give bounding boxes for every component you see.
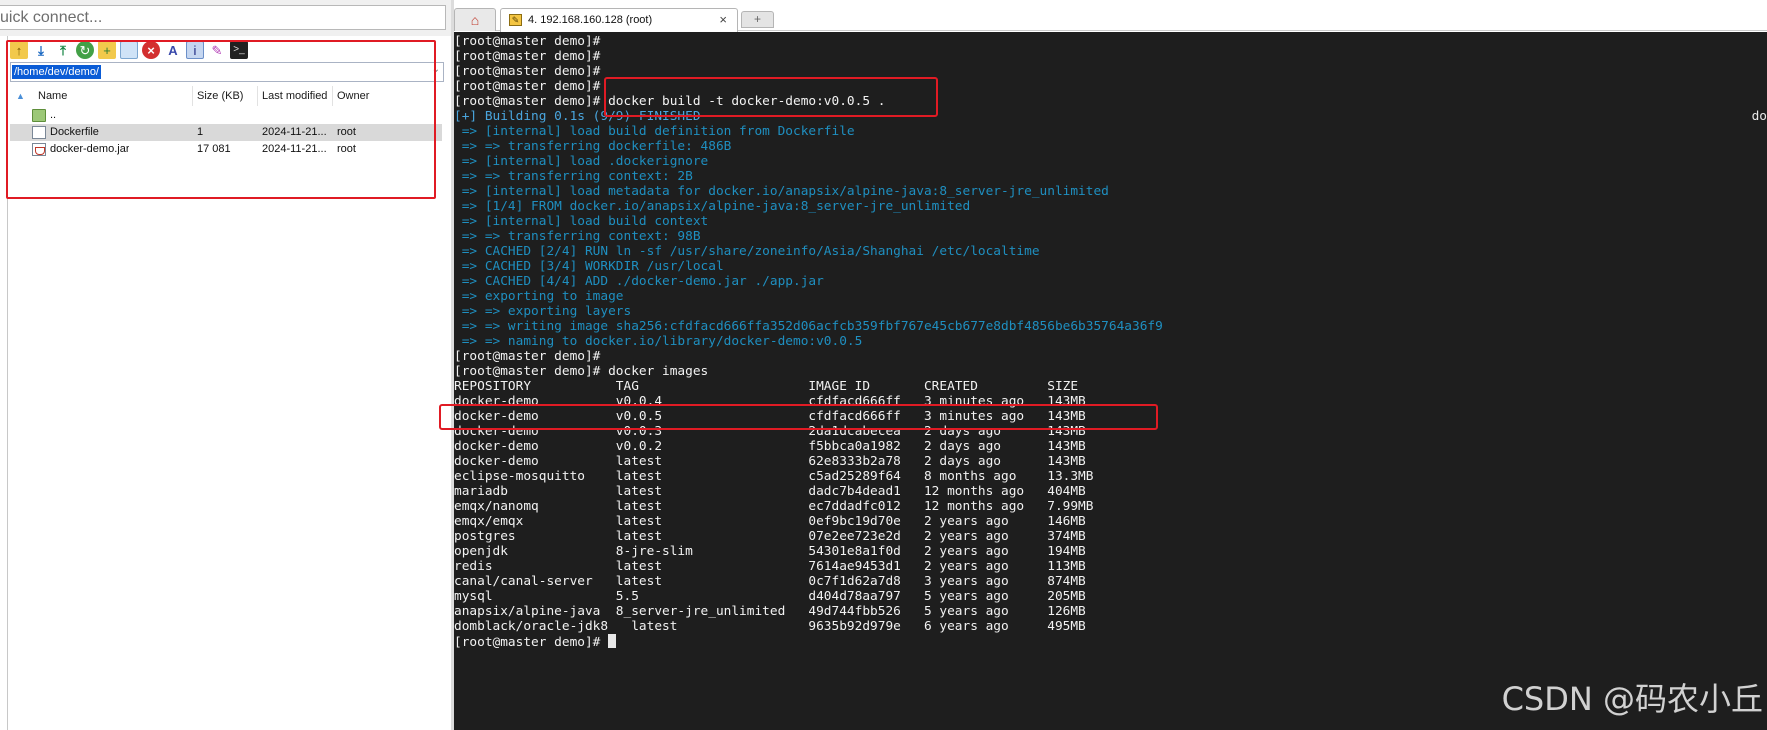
terminal-line: => CACHED [3/4] WORKDIR /usr/local [454, 259, 724, 274]
terminal-line: => exporting to image [454, 289, 624, 304]
home-icon: ⌂ [470, 12, 480, 28]
terminal-line: => => transferring context: 98B [454, 229, 701, 244]
terminal-line: openjdk 8-jre-slim 54301e8a1f0d 2 years … [454, 544, 1086, 559]
highlight-box-image-row [439, 404, 1158, 430]
terminal-line: emqx/nanomq latest ec7ddadfc012 12 month… [454, 499, 1094, 514]
terminal-prompt-line[interactable]: [root@master demo]# [454, 634, 1163, 650]
terminal-line: [root@master demo]# [454, 34, 601, 49]
terminal-line: [root@master demo]# docker images [454, 364, 709, 379]
terminal-line: => [internal] load .dockerignore [454, 154, 709, 169]
terminal-line: docker-demo latest 62e8333b2a78 2 days a… [454, 454, 1086, 469]
terminal-line: => => exporting layers [454, 304, 632, 319]
terminal-line: anapsix/alpine-java 8_server-jre_unlimit… [454, 604, 1086, 619]
watermark: CSDN @码农小丘 [1501, 680, 1763, 718]
terminal-line: postgres latest 07e2ee723e2d 2 years ago… [454, 529, 1086, 544]
terminal-cursor [608, 634, 617, 648]
terminal-line: => => transferring dockerfile: 486B [454, 139, 732, 154]
terminal-line: docker-demo v0.0.2 f5bbca0a1982 2 days a… [454, 439, 1086, 454]
terminal-line: => [internal] load build context [454, 214, 709, 229]
close-tab-icon[interactable]: × [719, 12, 727, 27]
session-tab-title: 4. 192.168.160.128 (root) [528, 14, 653, 26]
ssh-key-icon: ✎ [509, 14, 522, 26]
session-tab[interactable]: ✎ 4. 192.168.160.128 (root) × [500, 8, 738, 32]
terminal-line: domblack/oracle-jdk8 latest 9635b92d979e… [454, 619, 1086, 634]
terminal-line: => => naming to docker.io/library/docker… [454, 334, 863, 349]
terminal-line: => [internal] load metadata for docker.i… [454, 184, 1109, 199]
home-tab[interactable]: ⌂ [454, 8, 496, 31]
terminal-line: => CACHED [2/4] RUN ln -sf /usr/share/zo… [454, 244, 1040, 259]
highlight-box-file-browser [6, 40, 436, 199]
sftp-pane: uick connect... ↑ ⤓ ⤒ ↻ + × A i ✎ >_ /ho… [0, 0, 451, 730]
terminal-line: => CACHED [4/4] ADD ./docker-demo.jar ./… [454, 274, 824, 289]
terminal-line: => => writing image sha256:cfdfacd666ffa… [454, 319, 1163, 334]
terminal-prompt: [root@master demo]# [454, 635, 609, 650]
terminal-line: mariadb latest dadc7b4dead1 12 months ag… [454, 484, 1086, 499]
terminal-line: eclipse-mosquitto latest c5ad25289f64 8 … [454, 469, 1094, 484]
terminal-output: [root@master demo]# [root@master demo]# [r… [454, 34, 1163, 650]
new-tab-button[interactable]: + [741, 11, 774, 28]
terminal-line: => => transferring context: 2B [454, 169, 693, 184]
terminal-line: REPOSITORY TAG IMAGE ID CREATED SIZE [454, 379, 1079, 394]
highlight-box-build-command [604, 77, 938, 117]
terminal-overflow-text: do [1751, 109, 1767, 124]
terminal-line: [root@master demo]# [454, 349, 601, 364]
terminal-line: => [1/4] FROM docker.io/anapsix/alpine-j… [454, 199, 971, 214]
quick-connect-input[interactable]: uick connect... [0, 5, 446, 30]
terminal-line: redis latest 7614ae9453d1 2 years ago 11… [454, 559, 1086, 574]
terminal-line: emqx/emqx latest 0ef9bc19d70e 2 years ag… [454, 514, 1086, 529]
terminal-line: canal/canal-server latest 0c7f1d62a7d8 3… [454, 574, 1086, 589]
terminal-line: [root@master demo]# [454, 49, 601, 64]
terminal-line: => [internal] load build definition from… [454, 124, 855, 139]
terminal[interactable]: [root@master demo]# [root@master demo]# [r… [454, 32, 1767, 730]
terminal-line: mysql 5.5 d404d78aa797 5 years ago 205MB [454, 589, 1086, 604]
